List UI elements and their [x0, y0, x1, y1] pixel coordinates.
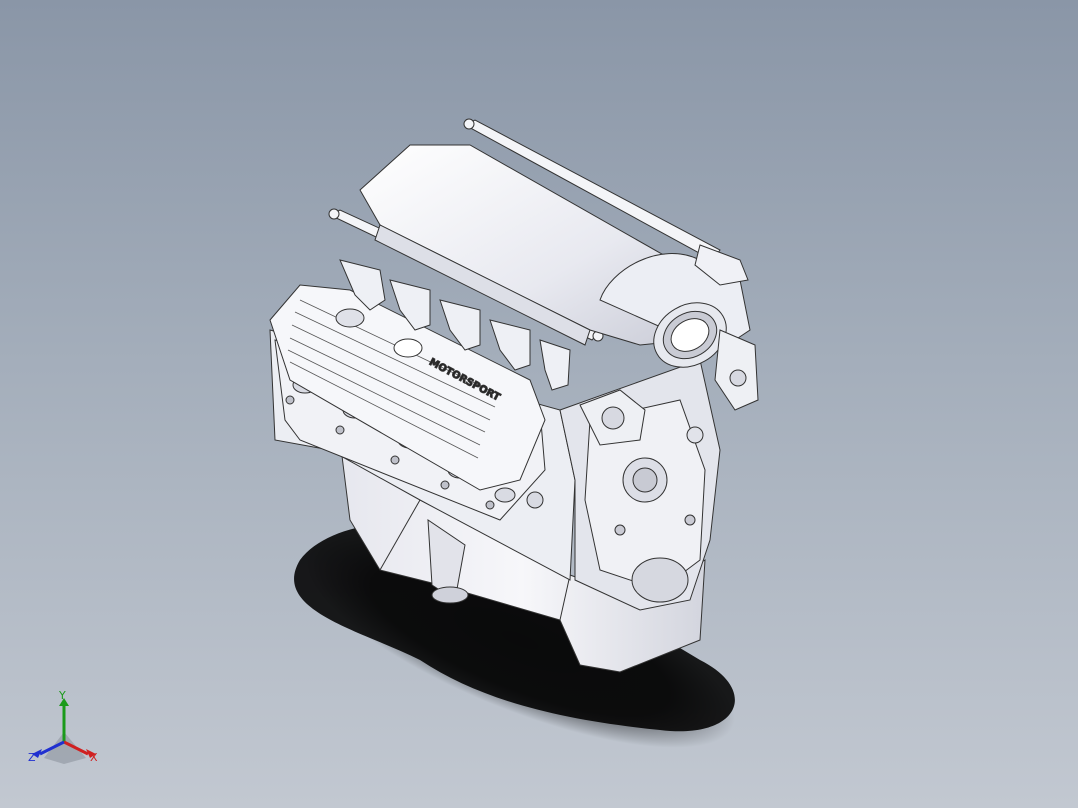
z-axis-label: Z	[28, 751, 36, 764]
engine-model[interactable]: MOTORSPORT	[0, 0, 1078, 808]
graphics-viewport[interactable]: MOTORSPORT Y X Z	[0, 0, 1078, 808]
y-axis-label: Y	[59, 689, 66, 702]
reference-triad: Y X Z	[24, 690, 104, 770]
x-axis-label: X	[90, 751, 98, 764]
